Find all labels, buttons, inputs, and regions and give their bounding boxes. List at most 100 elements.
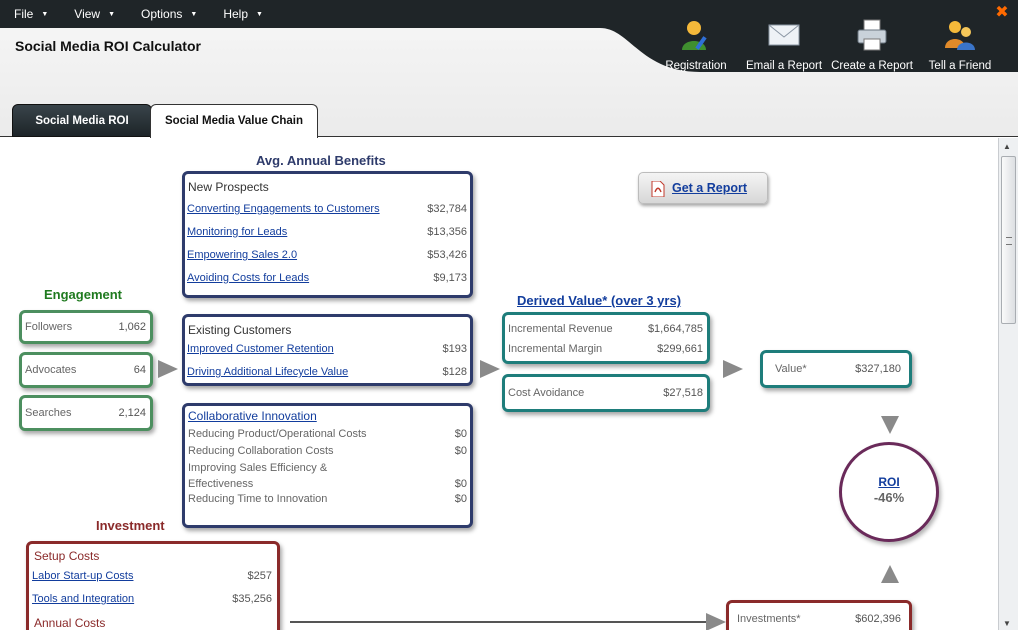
connector-line [290, 621, 720, 623]
pdf-icon [651, 181, 665, 197]
reducing-product-costs-label: Reducing Product/Operational Costs [188, 428, 367, 440]
registration-button[interactable]: Registration [646, 18, 746, 72]
reducing-collaboration-costs-value: $0 [454, 445, 467, 457]
get-report-button[interactable]: Get a Report [638, 172, 768, 204]
empowering-sales-value: $53,426 [427, 249, 467, 261]
collaborative-innovation-link[interactable]: Collaborative Innovation [188, 409, 317, 423]
incremental-box: Incremental Revenue $1,664,785 Increment… [502, 312, 710, 364]
registration-label: Registration [665, 60, 727, 72]
tell-friend-button[interactable]: Tell a Friend [910, 18, 1010, 72]
get-report-label: Get a Report [672, 181, 748, 195]
lifecycle-value-value: $128 [442, 366, 467, 378]
value-value: $327,180 [855, 363, 901, 375]
investments-label: Investments* [737, 613, 801, 625]
scrollbar-thumb[interactable] [1001, 156, 1016, 324]
cost-avoidance-value: $27,518 [663, 387, 703, 399]
existing-customers-title: Existing Customers [188, 323, 292, 337]
benefits-heading: Avg. Annual Benefits [256, 153, 386, 168]
tools-integration-value: $35,256 [232, 593, 272, 605]
searches-box: Searches 2,124 [19, 395, 153, 431]
roi-value: -46% [873, 490, 905, 505]
header: File ▼ View ▼ Options ▼ Help ▼ ✖ Social Medi… [0, 0, 1018, 138]
menu-help[interactable]: Help ▼ [209, 7, 275, 21]
tools-integration-link[interactable]: Tools and Integration [32, 593, 134, 605]
reducing-product-costs-value: $0 [454, 428, 467, 440]
menu-view[interactable]: View ▼ [60, 7, 127, 21]
annual-costs-title: Annual Costs [34, 616, 106, 630]
app-title: Social Media ROI Calculator [15, 38, 201, 54]
investments-value: $602,396 [855, 613, 901, 625]
new-prospects-box: New Prospects Converting Engagements to … [182, 171, 473, 298]
incremental-margin-value: $299,661 [657, 343, 703, 355]
arrow-up-icon [881, 565, 899, 583]
reducing-collaboration-costs-label: Reducing Collaboration Costs [188, 445, 334, 457]
labor-startup-link[interactable]: Labor Start-up Costs [32, 570, 134, 582]
grip-icon [1006, 237, 1012, 245]
chevron-down-icon: ▼ [256, 10, 263, 18]
scroll-down-icon[interactable]: ▼ [1003, 619, 1011, 628]
monitoring-leads-value: $13,356 [427, 226, 467, 238]
improving-sales-efficiency-label: Improving Sales Efficiency & [188, 462, 328, 474]
users-icon [945, 21, 975, 50]
email-report-label: Email a Report [745, 60, 823, 72]
arrow-right-icon [723, 360, 743, 378]
advocates-label: Advocates [25, 364, 77, 376]
lifecycle-value-link[interactable]: Driving Additional Lifecycle Value [187, 366, 348, 378]
advocates-value: 64 [133, 364, 146, 376]
value-label: Value* [775, 363, 807, 375]
reducing-time-innovation-value: $0 [454, 493, 467, 505]
followers-box: Followers 1,062 [19, 310, 153, 344]
tell-friend-label: Tell a Friend [928, 60, 992, 72]
vertical-scrollbar[interactable]: ▲ ▼ [998, 138, 1018, 630]
chevron-down-icon: ▼ [108, 10, 116, 18]
tab-social-media-value-chain[interactable]: Social Media Value Chain [150, 104, 318, 138]
derived-value-link[interactable]: Derived Value* (over 3 yrs) [517, 293, 681, 308]
arrow-right-icon [480, 360, 500, 378]
followers-value: 1,062 [118, 321, 146, 333]
setup-costs-box: Setup Costs Labor Start-up Costs $257 To… [26, 541, 280, 630]
converting-engagements-link[interactable]: Converting Engagements to Customers [187, 203, 380, 215]
investments-box: Investments* $602,396 [726, 600, 912, 630]
incremental-margin-label: Incremental Margin [508, 343, 603, 355]
setup-costs-title: Setup Costs [34, 549, 100, 563]
customer-retention-value: $193 [442, 343, 467, 355]
converting-engagements-value: $32,784 [427, 203, 467, 215]
advocates-box: Advocates 64 [19, 352, 153, 388]
improving-sales-efficiency-label-line2: Effectiveness [188, 478, 254, 490]
new-prospects-title: New Prospects [188, 180, 269, 194]
envelope-icon [768, 24, 800, 46]
avoiding-costs-link[interactable]: Avoiding Costs for Leads [187, 272, 309, 284]
customer-retention-link[interactable]: Improved Customer Retention [187, 343, 334, 355]
email-report-button[interactable]: Email a Report [734, 18, 834, 72]
value-box: Value* $327,180 [760, 350, 912, 388]
scroll-up-icon[interactable]: ▲ [1003, 142, 1011, 151]
engagement-heading: Engagement [44, 287, 123, 302]
create-report-label: Create a Report [831, 60, 913, 72]
menu-file[interactable]: File ▼ [0, 7, 60, 21]
searches-value: 2,124 [118, 407, 146, 419]
roi-link[interactable]: ROI [842, 475, 936, 489]
avoiding-costs-value: $9,173 [433, 272, 467, 284]
tab-social-media-roi[interactable]: Social Media ROI [12, 104, 152, 137]
monitoring-leads-link[interactable]: Monitoring for Leads [187, 226, 287, 238]
arrow-right-icon [706, 613, 726, 630]
existing-customers-box: Existing Customers Improved Customer Ret… [182, 314, 473, 386]
value-chain-panel: Avg. Annual Benefits New Prospects Conve… [6, 138, 998, 630]
arrow-down-icon [881, 416, 899, 434]
create-report-button[interactable]: Create a Report [822, 18, 922, 72]
chevron-down-icon: ▼ [41, 10, 49, 18]
improving-sales-efficiency-value: $0 [454, 478, 467, 490]
labor-startup-value: $257 [247, 570, 272, 582]
arrow-right-icon [158, 360, 178, 378]
empowering-sales-link[interactable]: Empowering Sales 2.0 [187, 249, 297, 261]
chevron-down-icon: ▼ [190, 10, 198, 18]
searches-label: Searches [25, 407, 72, 419]
cost-avoidance-label: Cost Avoidance [508, 387, 585, 399]
collaborative-innovation-box: Collaborative Innovation Reducing Produc… [182, 403, 473, 528]
user-edit-icon [682, 21, 707, 50]
incremental-revenue-label: Incremental Revenue [508, 323, 613, 335]
printer-icon [857, 19, 887, 51]
cost-avoidance-box: Cost Avoidance $27,518 [502, 374, 710, 412]
investment-heading: Investment [96, 518, 165, 533]
menu-options[interactable]: Options ▼ [127, 7, 209, 21]
